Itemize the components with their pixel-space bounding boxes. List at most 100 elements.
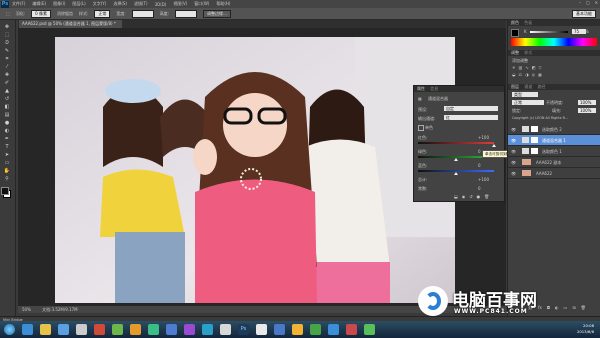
layer-name[interactable]: 选取颜色 2 [542, 127, 562, 133]
app-icon[interactable] [76, 324, 87, 335]
eyedropper-tool-icon[interactable]: ⁄ [3, 64, 11, 70]
k-slider[interactable] [530, 31, 568, 33]
layer-name[interactable]: 通道混合器 1 [542, 138, 566, 144]
minimize-button[interactable]: – [579, 0, 581, 5]
gradient-tool-icon[interactable]: ▤ [3, 112, 11, 118]
tab-channels[interactable]: 通道 [524, 84, 532, 89]
monochrome-checkbox[interactable] [418, 125, 424, 131]
levels-icon[interactable]: ▥ [519, 65, 523, 70]
dodge-tool-icon[interactable]: ◐ [3, 128, 11, 134]
style-select[interactable]: 正常 [94, 9, 111, 18]
layer-row[interactable]: 👁 选取颜色 2 [508, 124, 600, 135]
app-icon[interactable] [346, 324, 357, 335]
blue-slider-value[interactable]: 0 [478, 163, 481, 168]
maximize-button[interactable]: □ [586, 0, 590, 5]
app-icon[interactable] [220, 324, 231, 335]
hue-icon[interactable]: ◒ [512, 72, 516, 77]
zoom-tool-icon[interactable]: ⚲ [3, 176, 11, 182]
tab-layers[interactable]: 图层 [511, 84, 519, 89]
photoshop-taskbar-icon[interactable]: Ps [238, 324, 249, 335]
eraser-tool-icon[interactable]: ◧ [3, 104, 11, 110]
menu-3d[interactable]: 3D(D) [155, 2, 167, 7]
app-icon[interactable] [202, 324, 213, 335]
layer-row[interactable]: 👁 AAA622 [508, 168, 600, 179]
app-icon[interactable] [130, 324, 141, 335]
tab-swatches[interactable]: 色板 [524, 20, 532, 25]
crop-tool-icon[interactable]: ⌗ [3, 56, 11, 62]
path-select-tool-icon[interactable]: ➤ [3, 152, 11, 158]
system-clock[interactable]: 20:08 2013/6/6 [577, 323, 594, 335]
bw-icon[interactable]: ◑ [525, 72, 529, 77]
app-icon[interactable] [58, 324, 69, 335]
blur-tool-icon[interactable]: ● [3, 120, 11, 126]
blue-slider-thumb[interactable] [454, 172, 458, 175]
pen-tool-icon[interactable]: ✒ [3, 136, 11, 142]
exposure-icon[interactable]: ◩ [532, 65, 536, 70]
folder-icon[interactable] [40, 324, 51, 335]
app-icon[interactable] [166, 324, 177, 335]
delete-icon[interactable]: 🗑 [484, 194, 489, 199]
tab-adjustments[interactable]: 调整 [511, 50, 519, 55]
constant-value[interactable]: 0 [478, 186, 481, 191]
color-ramp[interactable] [511, 38, 597, 46]
history-brush-tool-icon[interactable]: ↺ [3, 96, 11, 102]
brush-tool-icon[interactable]: ✐ [3, 80, 11, 86]
preset-select[interactable]: 自定 [444, 106, 498, 111]
opacity-input[interactable]: 100% [578, 100, 596, 105]
layer-name[interactable]: 选取颜色 1 [542, 149, 562, 155]
visibility-icon[interactable]: ● [477, 194, 481, 199]
fill-input[interactable]: 100% [578, 108, 596, 113]
menu-edit[interactable]: 编辑(E) [32, 1, 46, 7]
menu-type[interactable]: 文字(Y) [93, 1, 107, 7]
tab-color[interactable]: 颜色 [511, 20, 519, 25]
channel-mixer-icon[interactable]: ▦ [538, 72, 542, 77]
refine-edge-button[interactable]: 调整边缘... [203, 9, 231, 18]
eye-icon[interactable]: 👁 [511, 171, 516, 176]
height-input[interactable] [175, 9, 198, 18]
app-icon[interactable] [112, 324, 123, 335]
color-balance-icon[interactable]: ⚖ [519, 72, 523, 77]
curves-icon[interactable]: ∿ [525, 65, 528, 70]
stamp-tool-icon[interactable]: ▲ [3, 88, 11, 94]
menu-file[interactable]: 文件(F) [12, 1, 25, 7]
menu-select[interactable]: 选择(S) [113, 1, 127, 7]
zoom-level[interactable]: 50% [22, 307, 31, 312]
vibrance-icon[interactable]: ▽ [539, 65, 542, 70]
tab-properties[interactable]: 属性 [417, 86, 425, 91]
layer-row[interactable]: 👁 选取颜色 1 [508, 146, 600, 157]
tab-styles[interactable]: 样式 [524, 50, 532, 55]
tab-paths[interactable]: 路径 [538, 84, 546, 89]
red-slider-value[interactable]: +100 [478, 135, 489, 140]
lasso-tool-icon[interactable]: ᘐ [3, 40, 11, 46]
eye-icon[interactable]: 👁 [511, 138, 516, 143]
eye-icon[interactable]: 👁 [511, 127, 516, 132]
app-icon[interactable] [364, 324, 375, 335]
menu-layer[interactable]: 图层(L) [72, 1, 85, 7]
app-icon[interactable] [292, 324, 303, 335]
clip-to-layer-icon[interactable]: ⬓ [454, 194, 458, 199]
app-icon[interactable] [328, 324, 339, 335]
fg-color-chip[interactable] [511, 29, 519, 37]
layer-row-selected[interactable]: 👁 通道混合器 1 [508, 135, 600, 146]
eye-icon[interactable]: 👁 [511, 160, 516, 165]
feather-input[interactable]: 0 像素 [31, 9, 51, 18]
hand-tool-icon[interactable]: ✋ [3, 168, 11, 174]
k-value[interactable]: 75 [572, 29, 586, 34]
app-icon[interactable] [274, 324, 285, 335]
menu-filter[interactable]: 滤镜(T) [134, 1, 148, 7]
app-icon[interactable] [148, 324, 159, 335]
layer-row[interactable]: 👁 AAA622 副本 [508, 157, 600, 168]
start-button-icon[interactable] [4, 324, 15, 335]
workspace-select[interactable]: 基本功能 [572, 9, 596, 18]
document-tab[interactable]: AAA622.psd @ 50% (通道混合器 1, 图层蒙版/8) * [19, 20, 122, 28]
app-icon[interactable] [94, 324, 105, 335]
brightness-icon[interactable]: ☀ [512, 65, 516, 70]
layer-name[interactable]: AAA622 [536, 171, 552, 176]
photo-filter-icon[interactable]: ◎ [532, 72, 536, 77]
close-button[interactable]: ✕ [595, 0, 598, 5]
marquee-tool-icon[interactable]: ⬚ [6, 11, 10, 16]
green-slider-value[interactable]: 0 [478, 149, 481, 154]
view-previous-icon[interactable]: ◉ [462, 194, 466, 199]
reset-icon[interactable]: ↺ [469, 194, 472, 199]
photo-canvas[interactable] [55, 37, 455, 303]
